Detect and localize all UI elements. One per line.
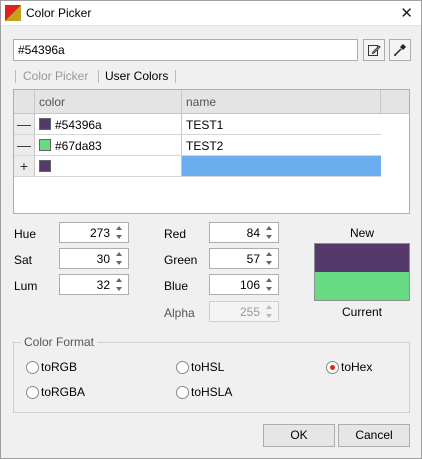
blue-spinbox[interactable]: 106: [209, 274, 279, 295]
green-label: Green: [164, 253, 198, 267]
lum-label: Lum: [14, 279, 38, 293]
name-cell[interactable]: TEST2: [182, 135, 381, 155]
title-bar: Color Picker ✕: [1, 1, 421, 26]
radio-tohsla[interactable]: toHSLA: [176, 385, 232, 399]
header-corner: [14, 90, 35, 113]
hex-color-input[interactable]: #54396a: [13, 39, 358, 61]
window-title: Color Picker: [26, 6, 92, 20]
hue-label: Hue: [14, 227, 37, 241]
edit-icon: [368, 45, 381, 56]
eyedropper-button[interactable]: [389, 39, 411, 61]
alpha-label: Alpha: [164, 306, 195, 320]
new-color-label: New: [349, 226, 374, 240]
radio-torgb[interactable]: toRGB: [26, 360, 77, 374]
radio-label: toRGB: [41, 360, 78, 374]
table-row-new[interactable]: +: [14, 156, 381, 177]
radio-tohex[interactable]: toHex: [326, 360, 372, 374]
hue-spinbox[interactable]: 273: [59, 222, 129, 243]
spin-arrows-icon[interactable]: [116, 277, 125, 292]
tab-divider: [98, 70, 99, 83]
spin-arrows-icon[interactable]: [266, 251, 275, 266]
ok-button[interactable]: OK: [263, 424, 335, 447]
red-label: Red: [164, 227, 187, 241]
name-cell-editing[interactable]: [182, 156, 381, 176]
spin-arrows-icon[interactable]: [116, 225, 125, 240]
eyedropper-icon: [394, 44, 406, 56]
user-colors-table[interactable]: color name — #54396a TEST1 — #67da83 TES…: [13, 89, 410, 214]
red-spinbox[interactable]: 84: [209, 222, 279, 243]
blue-value: 106: [239, 278, 260, 292]
current-color-label: Current: [341, 305, 382, 319]
radio-button-icon[interactable]: [176, 360, 189, 374]
column-header-name[interactable]: name: [182, 90, 381, 113]
table-row[interactable]: — #67da83 TEST2: [14, 135, 381, 156]
color-format-title: Color Format: [21, 335, 98, 349]
green-spinbox[interactable]: 57: [209, 248, 279, 269]
sat-spinbox[interactable]: 30: [59, 248, 129, 269]
red-value: 84: [246, 226, 260, 240]
spin-arrows-icon[interactable]: [266, 277, 275, 292]
radio-torgba[interactable]: toRGBA: [26, 385, 85, 399]
edit-color-button[interactable]: [363, 39, 385, 61]
green-value: 57: [246, 252, 260, 266]
tab-user-colors[interactable]: User Colors: [105, 69, 168, 83]
tab-divider: [175, 70, 176, 83]
add-row-button[interactable]: +: [14, 156, 35, 176]
radio-button-icon[interactable]: [176, 385, 189, 399]
radio-tohsl[interactable]: toHSL: [176, 360, 224, 374]
remove-row-button[interactable]: —: [14, 135, 35, 155]
color-cell[interactable]: #54396a: [35, 114, 182, 134]
color-swatch: [39, 160, 51, 172]
table-header: color name: [14, 90, 409, 114]
color-picker-dialog: Color Picker ✕ #54396a Color Picker User…: [0, 0, 422, 459]
radio-label: toRGBA: [41, 385, 86, 399]
lum-value: 32: [96, 278, 110, 292]
current-color-swatch[interactable]: [314, 272, 410, 301]
radio-button-icon[interactable]: [26, 385, 39, 399]
radio-label: toHSLA: [191, 385, 233, 399]
name-cell[interactable]: TEST1: [182, 114, 381, 134]
color-cell[interactable]: #67da83: [35, 135, 182, 155]
close-icon[interactable]: ✕: [400, 4, 413, 22]
hue-value: 273: [89, 226, 110, 240]
color-cell[interactable]: [35, 156, 182, 176]
radio-button-selected-icon[interactable]: [326, 360, 339, 374]
color-format-group: [13, 342, 410, 413]
remove-row-button[interactable]: —: [14, 114, 35, 134]
radio-button-icon[interactable]: [26, 360, 39, 374]
radio-label: toHex: [341, 360, 373, 374]
table-row[interactable]: — #54396a TEST1: [14, 114, 381, 135]
spin-arrows-icon[interactable]: [116, 251, 125, 266]
alpha-spinbox: 255: [209, 301, 279, 322]
sat-label: Sat: [14, 253, 33, 267]
blue-label: Blue: [164, 279, 189, 293]
tab-color-picker[interactable]: Color Picker: [23, 69, 88, 83]
color-swatch: [39, 139, 51, 151]
tab-divider: [15, 70, 16, 83]
alpha-value: 255: [239, 305, 260, 319]
cancel-button[interactable]: Cancel: [338, 424, 410, 447]
lum-spinbox[interactable]: 32: [59, 274, 129, 295]
color-swatch: [39, 118, 51, 130]
color-value: #67da83: [55, 139, 102, 153]
color-value: #54396a: [55, 118, 102, 132]
column-header-color[interactable]: color: [35, 90, 182, 113]
app-icon: [5, 5, 21, 21]
radio-label: toHSL: [191, 360, 225, 374]
sat-value: 30: [96, 252, 110, 266]
spin-arrows-icon[interactable]: [266, 225, 275, 240]
spin-arrows-icon: [266, 304, 275, 319]
new-color-swatch: [314, 243, 410, 272]
